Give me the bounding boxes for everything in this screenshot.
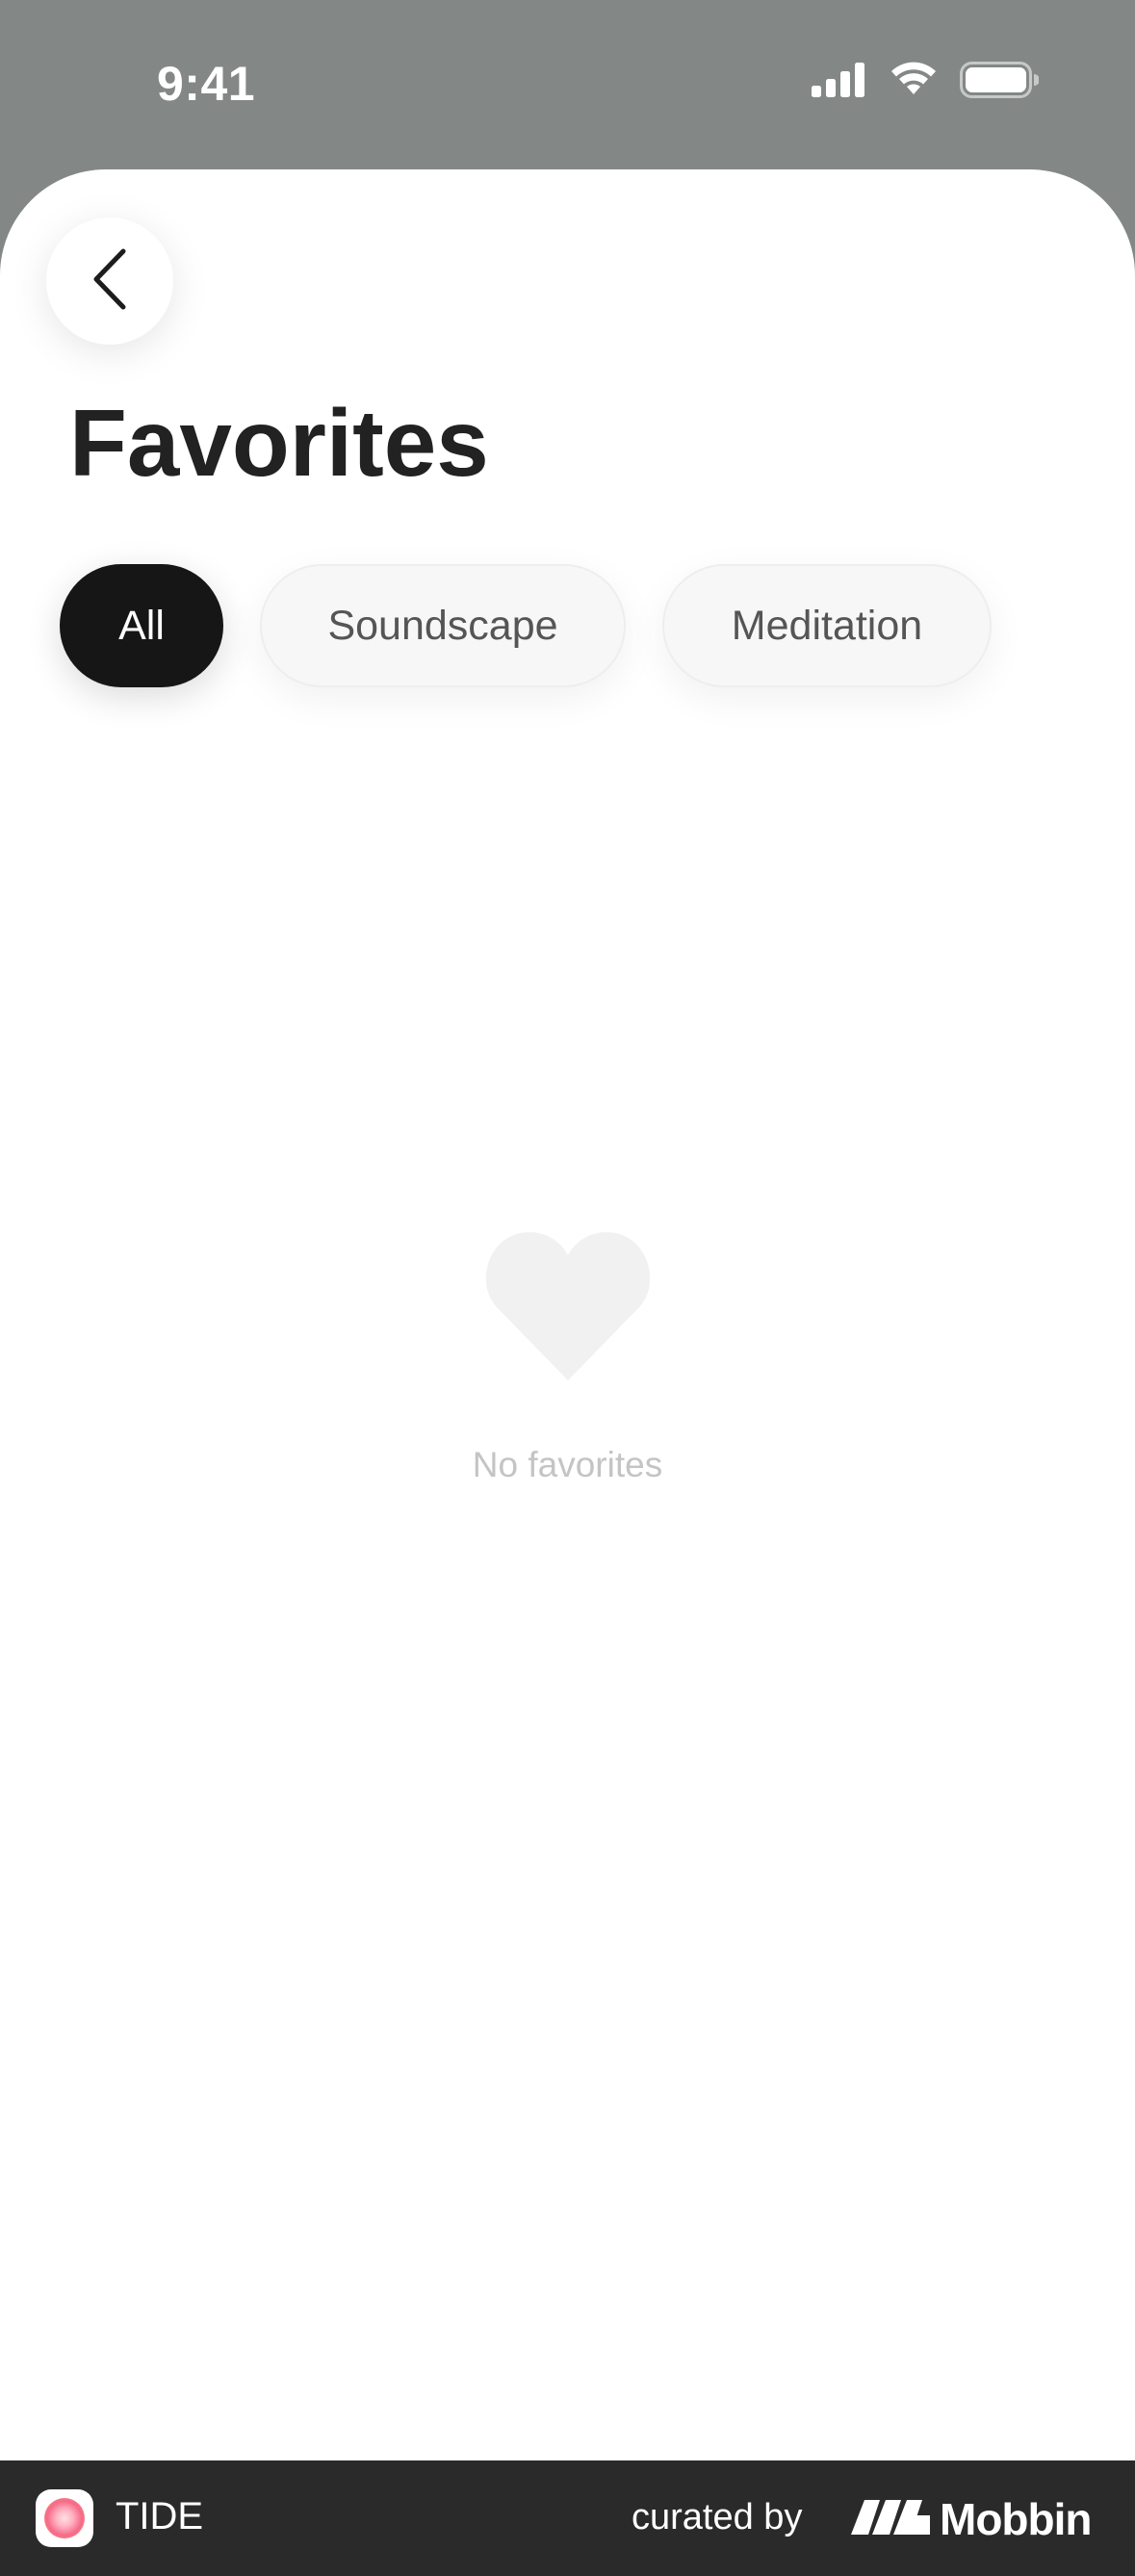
filter-chip-label: Meditation: [731, 602, 923, 649]
curated-by-label: curated by: [632, 2497, 803, 2537]
filter-chip-all[interactable]: All: [60, 564, 223, 687]
filter-chip-soundscape[interactable]: Soundscape: [260, 564, 626, 687]
status-icons: [812, 62, 1040, 103]
filter-chip-label: All: [118, 602, 165, 649]
mobbin-mark-icon: [851, 2498, 930, 2541]
app-logo-icon: [36, 2489, 93, 2547]
battery-icon: [960, 62, 1040, 103]
filter-chip-label: Soundscape: [327, 602, 558, 649]
filter-chips: All Soundscape Meditation: [60, 564, 992, 687]
curator-name: Mobbin: [940, 2494, 1092, 2544]
mobbin-logo: Mobbin: [851, 2493, 1092, 2545]
status-bar: 9:41: [0, 0, 1135, 169]
filter-chip-meditation[interactable]: Meditation: [662, 564, 992, 687]
back-button[interactable]: [46, 218, 173, 345]
empty-state-message: No favorites: [472, 1445, 663, 1484]
heart-icon: [485, 1228, 651, 1387]
status-time: 9:41: [157, 57, 256, 111]
app-name: TIDE: [116, 2495, 204, 2537]
brand-bar: TIDE curated by Mobbin: [0, 2460, 1135, 2576]
page-title: Favorites: [69, 390, 489, 496]
favorites-sheet: Favorites All Soundscape Meditation No f…: [0, 169, 1135, 2460]
wifi-icon: [889, 62, 939, 103]
empty-state: No favorites: [0, 1228, 1135, 1485]
chevron-left-icon: [87, 247, 133, 316]
cellular-signal-icon: [812, 63, 867, 102]
